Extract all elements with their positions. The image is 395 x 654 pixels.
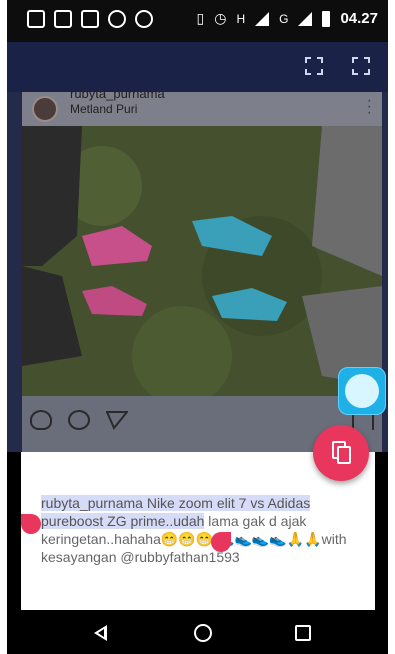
selection-end-handle[interactable] [211,532,231,552]
navigation-bar [7,610,388,654]
message-icon [54,10,72,28]
more-options-icon[interactable]: · · · [367,93,372,121]
dimmed-content: rubyta_purnama Metland Puri · · · [7,86,388,452]
copy-button[interactable] [313,425,369,481]
text-selection-sheet: rubyta_purnama Nike zoom elit 7 vs Adida… [21,452,375,610]
select-area-icon[interactable] [352,57,370,75]
assistant-bubble-icon [345,374,379,408]
alarm-icon [108,10,126,28]
vibrate-icon: ▯ [196,10,205,26]
battery-icon [322,10,331,27]
record-icon [135,10,153,28]
avatar[interactable] [32,96,58,122]
heart-icon[interactable] [30,410,52,430]
signal-g-label: G [279,11,289,26]
post-location[interactable]: Metland Puri [70,102,137,116]
post-photo [22,126,382,396]
comment-icon[interactable] [68,410,90,430]
caption-text[interactable]: rubyta_purnama Nike zoom elit 7 vs Adida… [41,494,369,566]
copy-icon-front [337,446,351,464]
signal-g-icon [298,11,313,26]
signal-h-label: H [236,11,246,26]
status-bar: ▯ ◷ H G 04.27 [7,0,388,42]
status-time: 04.27 [340,10,378,27]
app-bar [7,42,388,92]
recents-icon[interactable] [295,625,311,641]
post-header: rubyta_purnama Metland Puri · · · [22,86,382,126]
shoes-photo-illustration [22,126,382,396]
image-icon [27,10,45,28]
alarm-icon: ◷ [214,10,227,26]
send-icon[interactable] [105,410,130,430]
instagram-post: rubyta_purnama Metland Puri · · · [22,86,382,452]
phone-screen: ▯ ◷ H G 04.27 rubyta_purnama Metland Pur… [7,0,388,654]
signal-h-icon [255,11,270,26]
home-icon[interactable] [194,624,212,642]
assistant-bubble-button[interactable] [338,367,386,415]
post-username[interactable]: rubyta_purnama [70,86,165,101]
gallery-icon [81,10,99,28]
fullscreen-icon[interactable] [305,57,323,75]
selection-start-handle[interactable] [21,514,41,534]
